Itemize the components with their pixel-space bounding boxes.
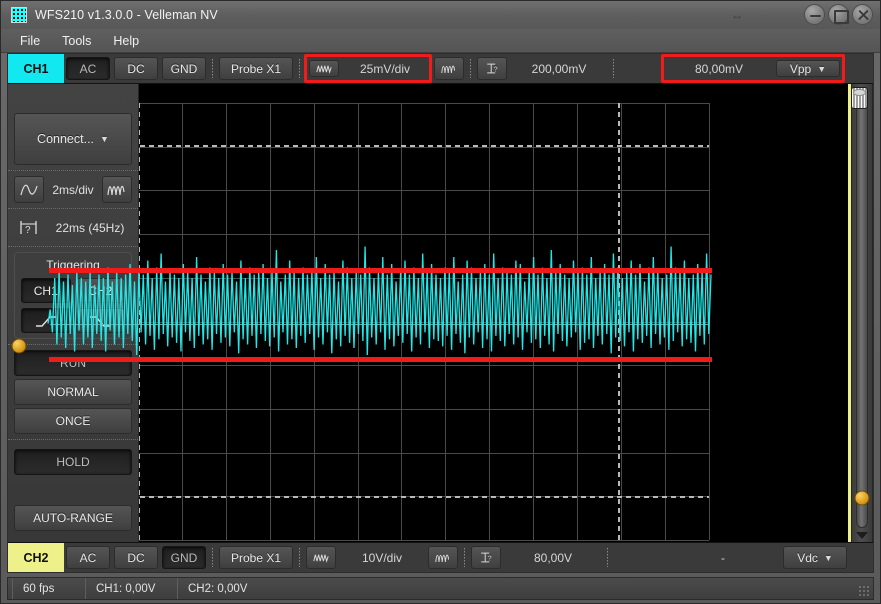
tab-ch1[interactable]: CH1	[8, 54, 64, 83]
maximize-button[interactable]	[828, 4, 849, 25]
ch1-volts-per-div[interactable]: 25mV/div	[341, 57, 429, 80]
resize-grip-icon[interactable]	[858, 585, 869, 596]
ch2-coupling-ac[interactable]: AC	[66, 546, 110, 569]
tab-ch2[interactable]: CH2	[8, 543, 64, 572]
ch2-position-slider[interactable]	[851, 84, 873, 542]
close-button[interactable]	[852, 4, 873, 25]
menu-item-tools[interactable]: Tools	[51, 31, 102, 51]
separator	[299, 548, 300, 567]
ch2-coupling-dc[interactable]: DC	[114, 546, 158, 569]
ch2-coupling-gnd[interactable]: GND	[162, 546, 206, 569]
ch1-control-bar: CH1 AC DC GND Probe X1 25mV/div ? 200,00…	[8, 54, 873, 84]
vertical-measure-icon[interactable]: ?	[477, 57, 507, 80]
oscilloscope-icon	[11, 7, 27, 23]
multi-wave-icon[interactable]	[434, 57, 464, 80]
fps-indicator: 60 fps	[12, 578, 86, 599]
separator	[607, 548, 608, 567]
ch1-coupling-dc[interactable]: DC	[114, 57, 158, 80]
scroll-down-icon[interactable]	[856, 532, 868, 539]
ch2-position-knob[interactable]	[854, 490, 870, 506]
cursor-line-top[interactable]	[49, 268, 712, 273]
sawtooth-wave-icon[interactable]	[309, 60, 339, 77]
svg-text:?: ?	[488, 553, 492, 562]
scope-display[interactable]	[33, 84, 848, 542]
ch1-result-mode-label: Vpp	[789, 61, 812, 76]
workspace	[8, 84, 873, 542]
ch1-result-value: 80,00mV	[694, 61, 744, 76]
ch1-status-value: CH1: 0,00V	[86, 578, 178, 599]
ch1-measure-value: 200,00mV	[531, 61, 587, 76]
separator	[464, 548, 465, 567]
ch2-result-mode-label: Vdc	[797, 550, 818, 565]
ch2-result-mode-dropdown[interactable]: Vdc ▼	[783, 546, 847, 569]
multi-wave-icon[interactable]	[428, 546, 458, 569]
menu-item-file[interactable]: File	[9, 31, 51, 51]
vertical-measure-icon[interactable]: ?	[471, 546, 501, 569]
chevron-down-icon: ▼	[823, 552, 833, 563]
svg-text:?: ?	[494, 64, 498, 73]
title-bar: WFS210 v1.3.0.0 - Velleman NV ↔	[1, 1, 880, 29]
slider-track[interactable]	[856, 98, 868, 528]
ch2-result-value: -	[721, 550, 725, 565]
status-bar: 60 fps CH1: 0,00V CH2: 0,00V	[7, 577, 874, 600]
ch1-volts-highlight: 25mV/div	[304, 54, 432, 83]
window-title: WFS210 v1.3.0.0 - Velleman NV	[35, 8, 218, 22]
application-window: WFS210 v1.3.0.0 - Velleman NV ↔ File Too…	[0, 0, 881, 604]
ch1-coupling-ac[interactable]: AC	[66, 57, 110, 80]
ch1-position-knob[interactable]	[11, 338, 27, 354]
bar-spacer	[612, 543, 665, 572]
resize-handle-icon[interactable]: ↔	[731, 9, 743, 21]
ch1-coupling-gnd[interactable]: GND	[162, 57, 206, 80]
ch2-control-bar: CH2 AC DC GND Probe X1 10V/div ? 80,00V …	[8, 542, 873, 572]
menu-bar: File Tools Help	[1, 29, 880, 53]
separator	[613, 59, 614, 78]
ch1-waveform-trace	[47, 246, 712, 356]
separator	[212, 59, 213, 78]
ch1-probe-button[interactable]: Probe X1	[219, 57, 293, 80]
minimize-button[interactable]	[804, 4, 825, 25]
ch2-probe-button[interactable]: Probe X1	[219, 546, 293, 569]
scope-frame: CH1 AC DC GND Probe X1 25mV/div ? 200,00…	[7, 53, 874, 573]
cursor-line-bottom[interactable]	[49, 357, 712, 362]
ch1-result-mode-dropdown[interactable]: Vpp ▼	[776, 60, 840, 77]
chevron-down-icon: ▼	[817, 63, 827, 74]
window-controls	[801, 4, 873, 25]
ch2-measure-value: 80,00V	[533, 550, 573, 565]
svg-text:?: ?	[25, 225, 31, 236]
separator	[212, 548, 213, 567]
ch2-volts-per-div[interactable]: 10V/div	[338, 543, 426, 572]
separator	[299, 59, 300, 78]
sawtooth-wave-icon[interactable]	[306, 546, 336, 569]
menu-item-help[interactable]: Help	[102, 31, 150, 51]
bar-spacer	[618, 54, 661, 83]
cylinder-roller-icon[interactable]	[851, 87, 868, 109]
ch2-status-value: CH2: 0,00V	[188, 582, 248, 595]
cylinder-slot	[847, 54, 873, 83]
separator	[470, 59, 471, 78]
ch1-result-highlight: 80,00mV Vpp ▼	[661, 54, 845, 83]
